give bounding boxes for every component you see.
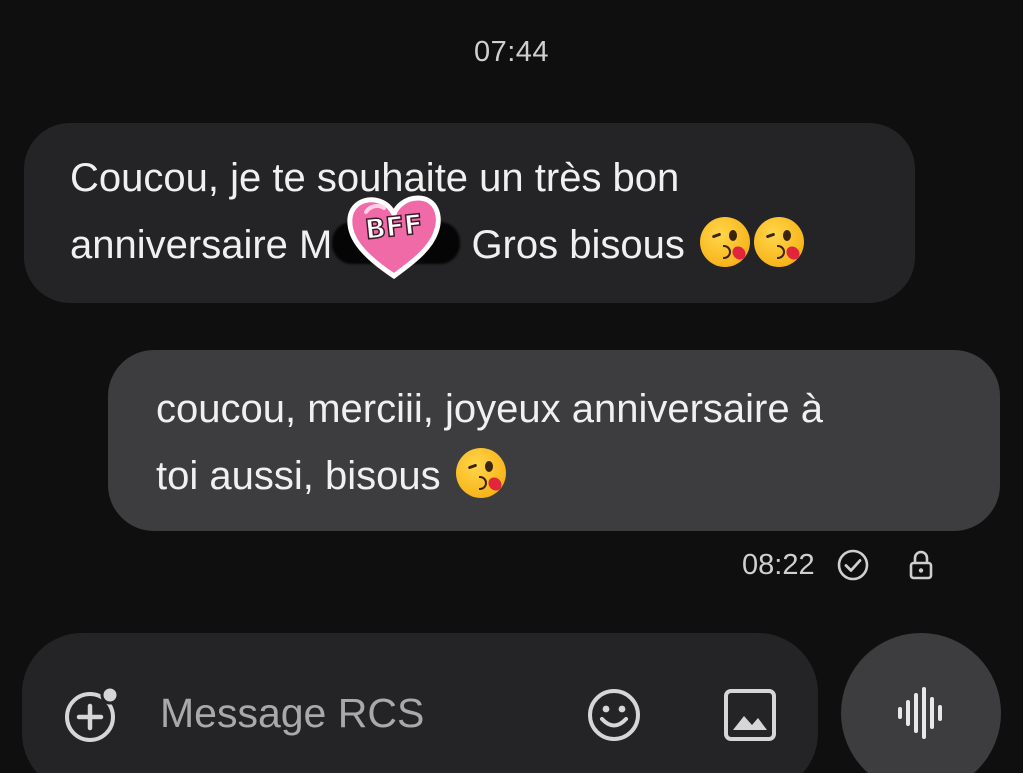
image-icon[interactable] [720, 685, 780, 745]
voice-waveform-icon [898, 687, 942, 739]
message-timestamp: 07:44 [473, 36, 550, 68]
incoming-message-line-2: anniversaire M BFF Gros bisous [70, 195, 875, 280]
message-meta: 08:22 [742, 545, 939, 585]
message-composer[interactable]: Message RCS [22, 633, 818, 773]
outgoing-text-part: toi aussi, bisous [156, 454, 441, 498]
incoming-message-line-1: Coucou, je te souhaite un très bon [70, 156, 680, 200]
kissing-face-emoji-icon [699, 217, 750, 267]
add-circle-icon[interactable] [62, 685, 122, 745]
incoming-message-bubble[interactable]: Coucou, je te souhaite un très bon anniv… [24, 123, 915, 303]
conversation-screen: 07:44 Coucou, je te souhaite un très bon… [0, 0, 1023, 773]
outgoing-message-line-1: coucou, merciii, joyeux anniversaire à [156, 387, 823, 431]
redaction-sticker: BFF [332, 195, 461, 280]
message-input[interactable]: Message RCS [160, 690, 424, 737]
emoji-smile-icon[interactable] [584, 685, 644, 745]
lock-icon [909, 550, 932, 580]
check-circle-icon [837, 549, 868, 581]
incoming-text-part-2: Gros bisous [460, 223, 685, 267]
kissing-face-emoji-icon [753, 217, 804, 267]
outgoing-message-line-2: toi aussi, bisous [156, 443, 960, 510]
sent-time: 08:22 [742, 548, 815, 581]
voice-record-button[interactable] [841, 633, 1001, 773]
outgoing-message-bubble[interactable]: coucou, merciii, joyeux anniversaire à t… [108, 350, 1000, 531]
incoming-text-part-1: anniversaire M [70, 223, 333, 267]
kissing-face-emoji-icon [455, 448, 506, 498]
